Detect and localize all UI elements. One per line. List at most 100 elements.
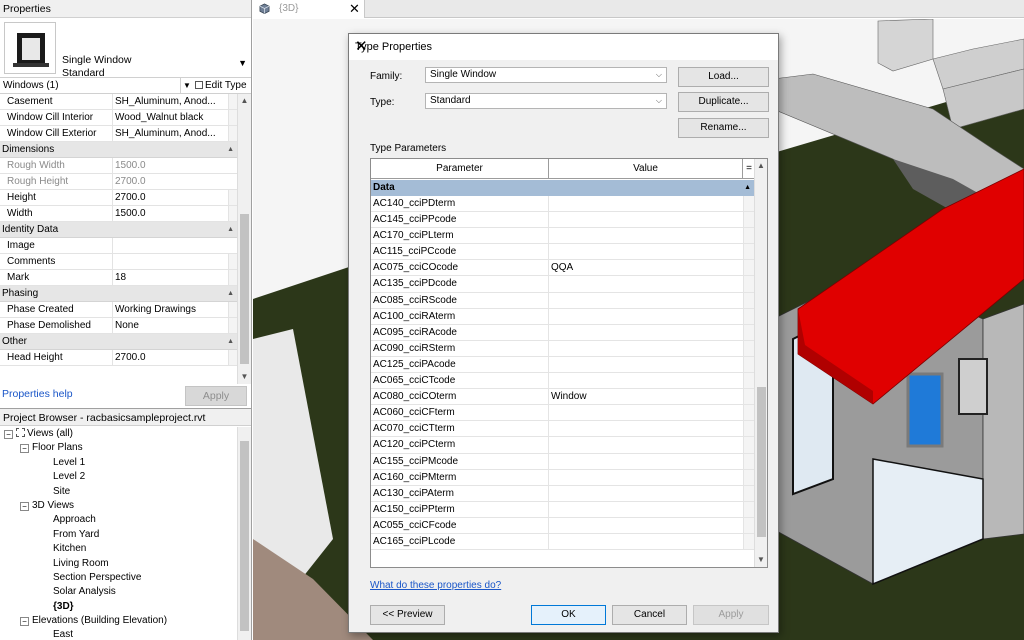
- group-dimensions[interactable]: Dimensions ▲: [0, 142, 238, 158]
- param-value[interactable]: QQA: [549, 260, 743, 275]
- rename-button[interactable]: Rename...: [678, 118, 769, 138]
- tree-node-elevations[interactable]: − Elevations (Building Elevation): [0, 614, 238, 628]
- cancel-button[interactable]: Cancel: [612, 605, 687, 625]
- param-value[interactable]: [549, 309, 743, 324]
- property-row[interactable]: Window Cill Exterior SH_Aluminum, Anod...: [0, 126, 238, 142]
- column-header-value[interactable]: Value: [549, 159, 743, 178]
- property-row[interactable]: Casement SH_Aluminum, Anod...: [0, 94, 238, 110]
- param-value[interactable]: [549, 437, 743, 452]
- param-row[interactable]: AC085_cciRScode: [371, 292, 755, 309]
- collapse-icon[interactable]: ▲: [227, 142, 234, 158]
- tree-item[interactable]: East: [0, 628, 238, 640]
- property-value[interactable]: 1500.0: [113, 206, 228, 221]
- property-row[interactable]: Phase Created Working Drawings: [0, 302, 238, 318]
- duplicate-button[interactable]: Duplicate...: [678, 92, 769, 112]
- tree-item[interactable]: Kitchen: [0, 542, 238, 556]
- collapse-toggle-icon[interactable]: −: [4, 430, 13, 439]
- column-header-parameter[interactable]: Parameter: [371, 159, 549, 178]
- chevron-down-icon[interactable]: ▼: [755, 553, 767, 567]
- param-row[interactable]: AC095_cciRAcode: [371, 324, 755, 341]
- param-row[interactable]: AC165_cciPLcode: [371, 533, 755, 551]
- tree-node-floor-plans[interactable]: − Floor Plans: [0, 441, 238, 455]
- property-value[interactable]: 2700.0: [113, 350, 228, 365]
- chevron-down-icon[interactable]: ▼: [238, 58, 247, 68]
- param-value[interactable]: [549, 244, 743, 259]
- param-row[interactable]: AC170_cciPLterm: [371, 228, 755, 245]
- property-value[interactable]: [113, 254, 228, 269]
- property-row[interactable]: Height 2700.0: [0, 190, 238, 206]
- param-row[interactable]: AC160_cciPMterm: [371, 469, 755, 486]
- param-value[interactable]: [549, 276, 743, 291]
- instance-selector[interactable]: Windows (1): [0, 78, 181, 93]
- tree-item[interactable]: Level 1: [0, 456, 238, 470]
- property-row[interactable]: Phase Demolished None: [0, 318, 238, 334]
- scroll-thumb[interactable]: [240, 441, 249, 631]
- type-selector[interactable]: Single Window Standard ▼: [0, 18, 251, 79]
- param-value[interactable]: [549, 470, 743, 485]
- property-value[interactable]: None: [113, 318, 228, 333]
- close-icon[interactable]: ✕: [349, 1, 360, 17]
- param-value[interactable]: [549, 486, 743, 501]
- view-tab-3d[interactable]: {3D} ✕: [253, 0, 365, 18]
- param-row[interactable]: AC115_cciPCcode: [371, 244, 755, 261]
- scroll-thumb[interactable]: [240, 214, 249, 364]
- properties-help-link[interactable]: What do these properties do?: [370, 580, 501, 591]
- param-row[interactable]: AC070_cciCTterm: [371, 421, 755, 438]
- chevron-up-icon[interactable]: ▲: [238, 94, 251, 108]
- preview-button[interactable]: << Preview: [370, 605, 445, 625]
- collapse-toggle-icon[interactable]: −: [20, 501, 29, 511]
- param-row[interactable]: AC100_cciRAterm: [371, 308, 755, 325]
- param-value[interactable]: [549, 357, 743, 372]
- property-row[interactable]: Width 1500.0: [0, 206, 238, 222]
- collapse-toggle-icon[interactable]: −: [20, 617, 29, 627]
- param-value[interactable]: Window: [549, 389, 743, 404]
- param-row[interactable]: AC130_cciPAterm: [371, 485, 755, 502]
- property-value[interactable]: Working Drawings: [113, 302, 228, 317]
- param-value[interactable]: [549, 293, 743, 308]
- param-value[interactable]: [549, 373, 743, 388]
- group-phasing[interactable]: Phasing ▲: [0, 286, 238, 302]
- param-value[interactable]: [549, 325, 743, 340]
- tree-item[interactable]: Approach: [0, 513, 238, 527]
- ok-button[interactable]: OK: [531, 605, 606, 625]
- param-value[interactable]: [549, 405, 743, 420]
- type-dropdown[interactable]: Standard ⌵: [425, 93, 667, 109]
- grid-scrollbar[interactable]: ▲ ▼: [754, 159, 767, 567]
- apply-button[interactable]: Apply: [185, 386, 247, 406]
- apply-button[interactable]: Apply: [693, 605, 769, 625]
- param-value[interactable]: [549, 454, 743, 469]
- param-row[interactable]: AC080_cciCOterm Window: [371, 389, 755, 406]
- param-row[interactable]: AC140_cciPDterm: [371, 196, 755, 213]
- param-value[interactable]: [549, 212, 743, 227]
- property-row[interactable]: Head Height 2700.0: [0, 350, 238, 366]
- property-value[interactable]: 18: [113, 270, 228, 285]
- property-row[interactable]: Comments: [0, 254, 238, 270]
- param-value[interactable]: [549, 228, 743, 243]
- param-row[interactable]: AC065_cciCTcode: [371, 373, 755, 390]
- properties-scrollbar[interactable]: ▲ ▼: [237, 94, 251, 384]
- load-button[interactable]: Load...: [678, 67, 769, 87]
- property-value[interactable]: Wood_Walnut black: [113, 110, 228, 125]
- group-identity-data[interactable]: Identity Data ▲: [0, 222, 238, 238]
- scroll-thumb[interactable]: [757, 387, 766, 537]
- param-value[interactable]: [549, 518, 743, 533]
- edit-type-button[interactable]: Edit Type: [193, 78, 251, 93]
- param-value[interactable]: [549, 196, 743, 211]
- tree-item[interactable]: Living Room: [0, 557, 238, 571]
- property-row[interactable]: Window Cill Interior Wood_Walnut black: [0, 110, 238, 126]
- property-row[interactable]: Image: [0, 238, 238, 254]
- param-value[interactable]: [549, 502, 743, 517]
- tree-item-active[interactable]: {3D}: [0, 600, 238, 614]
- tree-item[interactable]: Site: [0, 485, 238, 499]
- param-row[interactable]: AC120_cciPCterm: [371, 437, 755, 454]
- property-value[interactable]: SH_Aluminum, Anod...: [113, 94, 228, 109]
- collapse-icon[interactable]: ▲: [227, 222, 234, 238]
- collapse-icon[interactable]: ▲: [227, 334, 234, 350]
- chevron-up-icon[interactable]: ▲: [755, 159, 767, 173]
- chevron-down-icon[interactable]: ⌵: [656, 94, 662, 108]
- tree-item[interactable]: Solar Analysis: [0, 585, 238, 599]
- close-icon[interactable]: ✕: [355, 37, 768, 55]
- param-row[interactable]: AC060_cciCFterm: [371, 405, 755, 422]
- chevron-down-icon[interactable]: ⌵: [656, 68, 662, 82]
- tree-item[interactable]: From Yard: [0, 528, 238, 542]
